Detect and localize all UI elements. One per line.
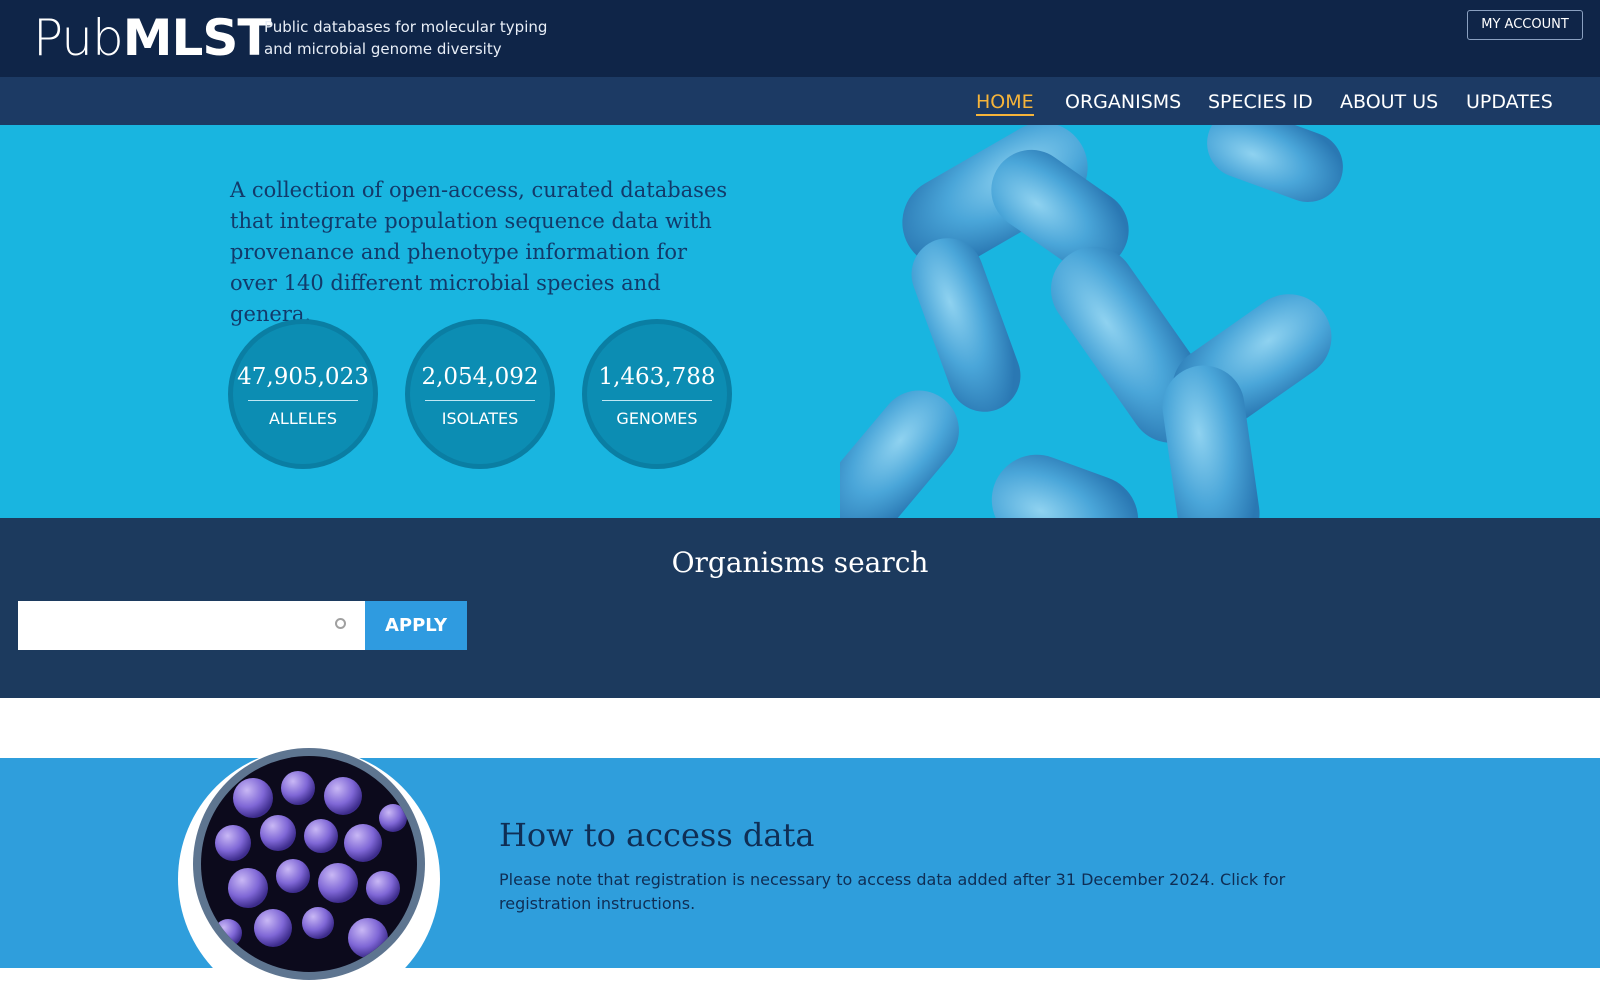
pubmlst-logo[interactable]: PubMLST: [33, 9, 272, 67]
stat-divider: [602, 400, 712, 401]
loading-spinner-icon: [335, 618, 346, 629]
organisms-search-section: Organisms search APPLY: [0, 518, 1600, 698]
stat-genomes-value: 1,463,788: [598, 364, 716, 390]
logo-pub: Pub: [33, 9, 124, 67]
main-nav: HOME ORGANISMS SPECIES ID ABOUT US UPDAT…: [0, 77, 1600, 125]
stat-isolates-label: ISOLATES: [441, 409, 519, 428]
site-tagline: Public databases for molecular typing an…: [264, 16, 564, 60]
stat-alleles-value: 47,905,023: [237, 364, 369, 390]
hero-description: A collection of open-access, curated dat…: [230, 178, 728, 326]
nav-home[interactable]: HOME: [976, 91, 1034, 116]
nav-species-id[interactable]: SPECIES ID: [1208, 91, 1313, 113]
nav-about-us[interactable]: ABOUT US: [1340, 91, 1438, 113]
stat-genomes-label: GENOMES: [616, 409, 698, 428]
nav-organisms[interactable]: ORGANISMS: [1065, 91, 1181, 113]
stat-divider: [248, 400, 358, 401]
stat-isolates: 2,054,092 ISOLATES: [405, 319, 555, 469]
stat-divider: [425, 400, 535, 401]
tagline-line-2: and microbial genome diversity: [264, 40, 502, 58]
apply-button[interactable]: APPLY: [365, 601, 467, 650]
cocci-illustration: [193, 748, 425, 980]
nav-updates[interactable]: UPDATES: [1466, 91, 1553, 113]
search-title: Organisms search: [671, 546, 929, 579]
access-title: How to access data: [499, 816, 815, 854]
tagline-line-1: Public databases for molecular typing: [264, 18, 548, 36]
logo-mlst: MLST: [122, 9, 272, 67]
hero-banner: A collection of open-access, curated dat…: [0, 125, 1600, 518]
stat-isolates-value: 2,054,092: [421, 364, 539, 390]
my-account-button[interactable]: MY ACCOUNT: [1467, 10, 1583, 40]
stat-genomes: 1,463,788 GENOMES: [582, 319, 732, 469]
top-header: PubMLST Public databases for molecular t…: [0, 0, 1600, 77]
stat-alleles-label: ALLELES: [268, 409, 338, 428]
bacteria-illustration: [840, 125, 1343, 518]
organism-search-input[interactable]: [18, 601, 365, 650]
stat-alleles: 47,905,023 ALLELES: [228, 319, 378, 469]
access-instructions[interactable]: Please note that registration is necessa…: [499, 868, 1359, 916]
